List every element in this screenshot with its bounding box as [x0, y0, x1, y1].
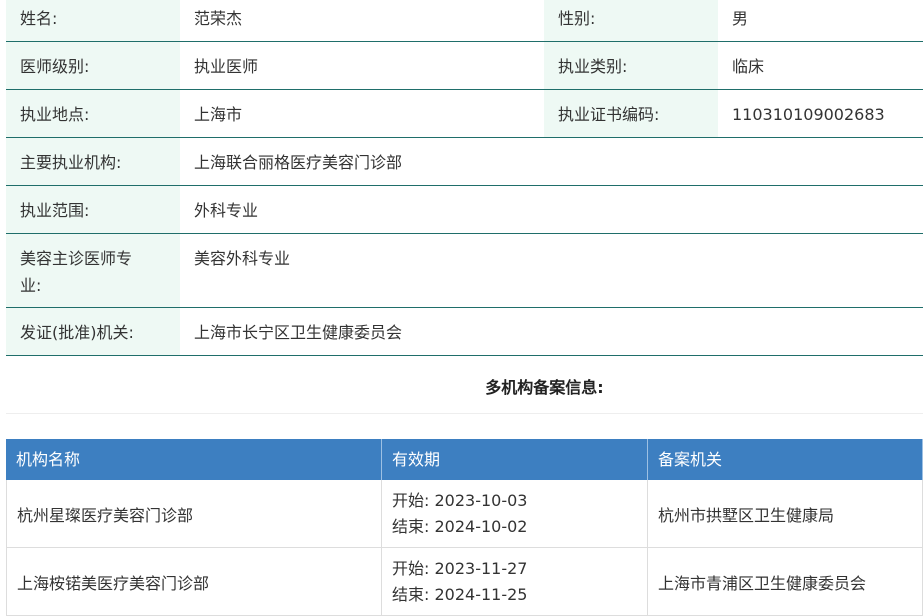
level-label: 医师级别:: [6, 42, 180, 89]
institution-label: 主要执业机构:: [6, 138, 180, 185]
category-value: 临床: [718, 42, 923, 89]
level-value: 执业医师: [180, 42, 544, 89]
issuer-label: 发证(批准)机关:: [6, 308, 180, 355]
records-table: 机构名称 有效期 备案机关 杭州星璨医疗美容门诊部 开始: 2023-10-03…: [6, 439, 923, 616]
certificate-value: 110310109002683: [718, 90, 923, 137]
issuer-value: 上海市长宁区卫生健康委员会: [180, 308, 923, 355]
category-label: 执业类别:: [544, 42, 718, 89]
record-start: 开始: 2023-11-27: [392, 558, 528, 578]
record-period: 开始: 2023-10-03 结束: 2024-10-02: [382, 480, 648, 547]
gender-label: 性别:: [544, 0, 718, 41]
info-row-level: 医师级别: 执业医师 执业类别: 临床: [6, 42, 923, 90]
info-row-specialty: 美容主诊医师专业: 美容外科专业: [6, 234, 923, 308]
table-row: 杭州星璨医疗美容门诊部 开始: 2023-10-03 结束: 2024-10-0…: [6, 480, 923, 548]
header-institution: 机构名称: [6, 439, 382, 480]
scope-value: 外科专业: [180, 186, 923, 233]
specialty-value: 美容外科专业: [180, 234, 923, 307]
location-value: 上海市: [180, 90, 544, 137]
header-period: 有效期: [382, 439, 648, 480]
certificate-label: 执业证书编码:: [544, 90, 718, 137]
record-institution: 上海桉锘美医疗美容门诊部: [6, 548, 382, 615]
institution-value: 上海联合丽格医疗美容门诊部: [180, 138, 923, 185]
record-end: 结束: 2024-10-02: [392, 516, 528, 536]
record-period: 开始: 2023-11-27 结束: 2024-11-25: [382, 548, 648, 615]
records-header: 机构名称 有效期 备案机关: [6, 439, 923, 480]
info-row-name: 姓名: 范荣杰 性别: 男: [6, 0, 923, 42]
name-label: 姓名:: [6, 0, 180, 41]
info-row-scope: 执业范围: 外科专业: [6, 186, 923, 234]
info-row-location: 执业地点: 上海市 执业证书编码: 110310109002683: [6, 90, 923, 138]
name-value: 范荣杰: [180, 0, 544, 41]
header-authority: 备案机关: [648, 439, 923, 480]
section-title-text: 多机构备案信息:: [485, 378, 604, 397]
record-institution: 杭州星璨医疗美容门诊部: [6, 480, 382, 547]
info-row-issuer: 发证(批准)机关: 上海市长宁区卫生健康委员会: [6, 308, 923, 356]
specialty-label: 美容主诊医师专业:: [6, 234, 180, 307]
doctor-info-table: 姓名: 范荣杰 性别: 男 医师级别: 执业医师 执业类别: 临床 执业地点: …: [6, 0, 923, 356]
record-authority: 上海市青浦区卫生健康委员会: [648, 548, 923, 615]
record-end: 结束: 2024-11-25: [392, 584, 528, 604]
record-start: 开始: 2023-10-03: [392, 490, 528, 510]
gender-value: 男: [718, 0, 923, 41]
scope-label: 执业范围:: [6, 186, 180, 233]
record-authority: 杭州市拱墅区卫生健康局: [648, 480, 923, 547]
section-title: 多机构备案信息:: [6, 362, 923, 414]
table-row: 上海桉锘美医疗美容门诊部 开始: 2023-11-27 结束: 2024-11-…: [6, 548, 923, 616]
info-row-institution: 主要执业机构: 上海联合丽格医疗美容门诊部: [6, 138, 923, 186]
location-label: 执业地点:: [6, 90, 180, 137]
